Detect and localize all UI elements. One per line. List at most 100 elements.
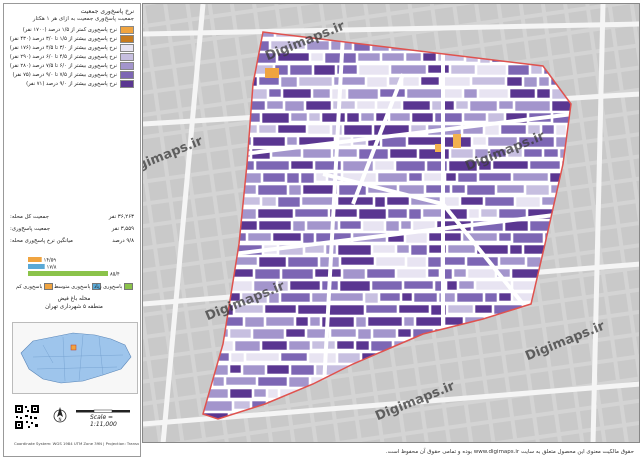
parcel [478, 88, 509, 99]
parcel [233, 400, 251, 410]
parcel [268, 292, 280, 304]
parcel [338, 184, 367, 196]
parcel [529, 160, 561, 170]
parcel [398, 304, 430, 314]
parcel [295, 316, 309, 327]
parcel [385, 220, 400, 232]
parcel [339, 280, 371, 292]
parcel [289, 64, 313, 76]
parcel [343, 124, 373, 136]
parcel [445, 172, 457, 182]
parcel [492, 160, 529, 170]
parcel [357, 52, 381, 62]
parcel [381, 52, 405, 62]
parcel [523, 76, 538, 88]
parcel [500, 124, 527, 135]
parcel [390, 64, 427, 75]
legend-class-3: نرخ پاسخ‌وری بیشتر از ۳/۰ تا ۴/۵ درصد (۱… [10, 44, 134, 52]
legend-swatch [120, 44, 134, 52]
parcel [471, 76, 506, 86]
parcel [308, 112, 321, 122]
qr-code-icon [14, 404, 40, 430]
parcel [525, 184, 550, 196]
stat-population: ۳,۵۵۹ نفر جمعیت پاسخ‌وری: [10, 226, 134, 232]
parcel [455, 100, 469, 110]
parcel [407, 136, 443, 146]
parcel [443, 100, 455, 111]
legend-class-2: نرخ پاسخ‌وری بیشتر از ۱/۵ تا ۳/۰ درصد (۴… [10, 35, 134, 43]
parcel [444, 316, 464, 326]
legend-swatch [120, 71, 134, 79]
parcel [543, 148, 559, 158]
parcel [484, 124, 500, 136]
parcel [362, 220, 385, 232]
parcel-low [435, 144, 441, 152]
parcel [450, 64, 476, 75]
parcel [254, 268, 281, 280]
parcel [258, 76, 280, 86]
parcel [457, 172, 478, 183]
parcel [405, 52, 422, 62]
legend-swatch [120, 26, 134, 34]
scale-bar-graphic [76, 409, 130, 413]
stat-average-rate: ۹/۸ درصد میانگین نرخ پاسخ‌وری محله: [10, 238, 134, 244]
parcel [245, 352, 280, 362]
parcel [247, 232, 272, 242]
parcel [448, 160, 478, 172]
parcel [408, 208, 422, 220]
parcel [498, 232, 512, 242]
parcel [337, 352, 361, 364]
parcel [339, 220, 362, 230]
legend-title: نرخ پاسخ‌وری جمعیت [80, 8, 134, 15]
parcel [337, 244, 372, 256]
parcel [212, 376, 225, 387]
parcel [229, 328, 252, 339]
parcel [300, 172, 315, 184]
parcel [253, 280, 277, 292]
parcel [266, 100, 284, 110]
parcel [375, 256, 406, 267]
legend-class-6: نرخ پاسخ‌وری بیشتر از ۷/۵ تا ۹/۰ درصد (۷… [13, 71, 134, 79]
parcel [396, 268, 427, 279]
parcel [484, 196, 515, 207]
parcel [523, 148, 543, 158]
parcel [258, 256, 287, 268]
parcel [422, 52, 437, 62]
parcel [290, 112, 308, 122]
parcel [443, 88, 463, 99]
parcel [463, 88, 478, 99]
parcel [286, 172, 300, 184]
parcel [257, 376, 288, 387]
parcel [509, 88, 536, 99]
legend-class-1: نرخ پاسخ‌وری کمتر از ۱/۵ درصد (۱۷۰۰ نفر) [23, 26, 134, 34]
parcel [447, 304, 474, 314]
parcel [518, 136, 555, 148]
parcel [252, 328, 285, 340]
parcel [301, 196, 337, 206]
parcel [305, 100, 332, 111]
parcel [478, 172, 512, 182]
parcel [313, 64, 336, 76]
region-line-2: منطقه ۵ شهرداری تهران [45, 304, 103, 310]
parcel [292, 220, 306, 232]
parcel [367, 316, 403, 327]
parcel [395, 160, 426, 172]
parcel [427, 256, 442, 268]
bar-1 [28, 264, 45, 269]
parcel [402, 100, 431, 111]
map-area[interactable]: Digimaps.ir Digimaps.ir Digimaps.ir Digi… [142, 3, 640, 443]
parcel [342, 268, 366, 280]
parcel [356, 100, 376, 110]
parcel [346, 112, 360, 123]
parcel [434, 112, 463, 123]
parcel [468, 208, 480, 219]
parcel [440, 76, 471, 87]
parcel [408, 172, 423, 182]
parcel [321, 112, 346, 123]
parcel [410, 244, 428, 256]
parcel [474, 148, 489, 159]
parcel [280, 292, 311, 303]
parcel [298, 76, 333, 87]
bar-chart: ۱۴/۵۹۱۷/۸ ۸۵/۴ [28, 257, 120, 278]
tehran-outline [20, 332, 132, 384]
